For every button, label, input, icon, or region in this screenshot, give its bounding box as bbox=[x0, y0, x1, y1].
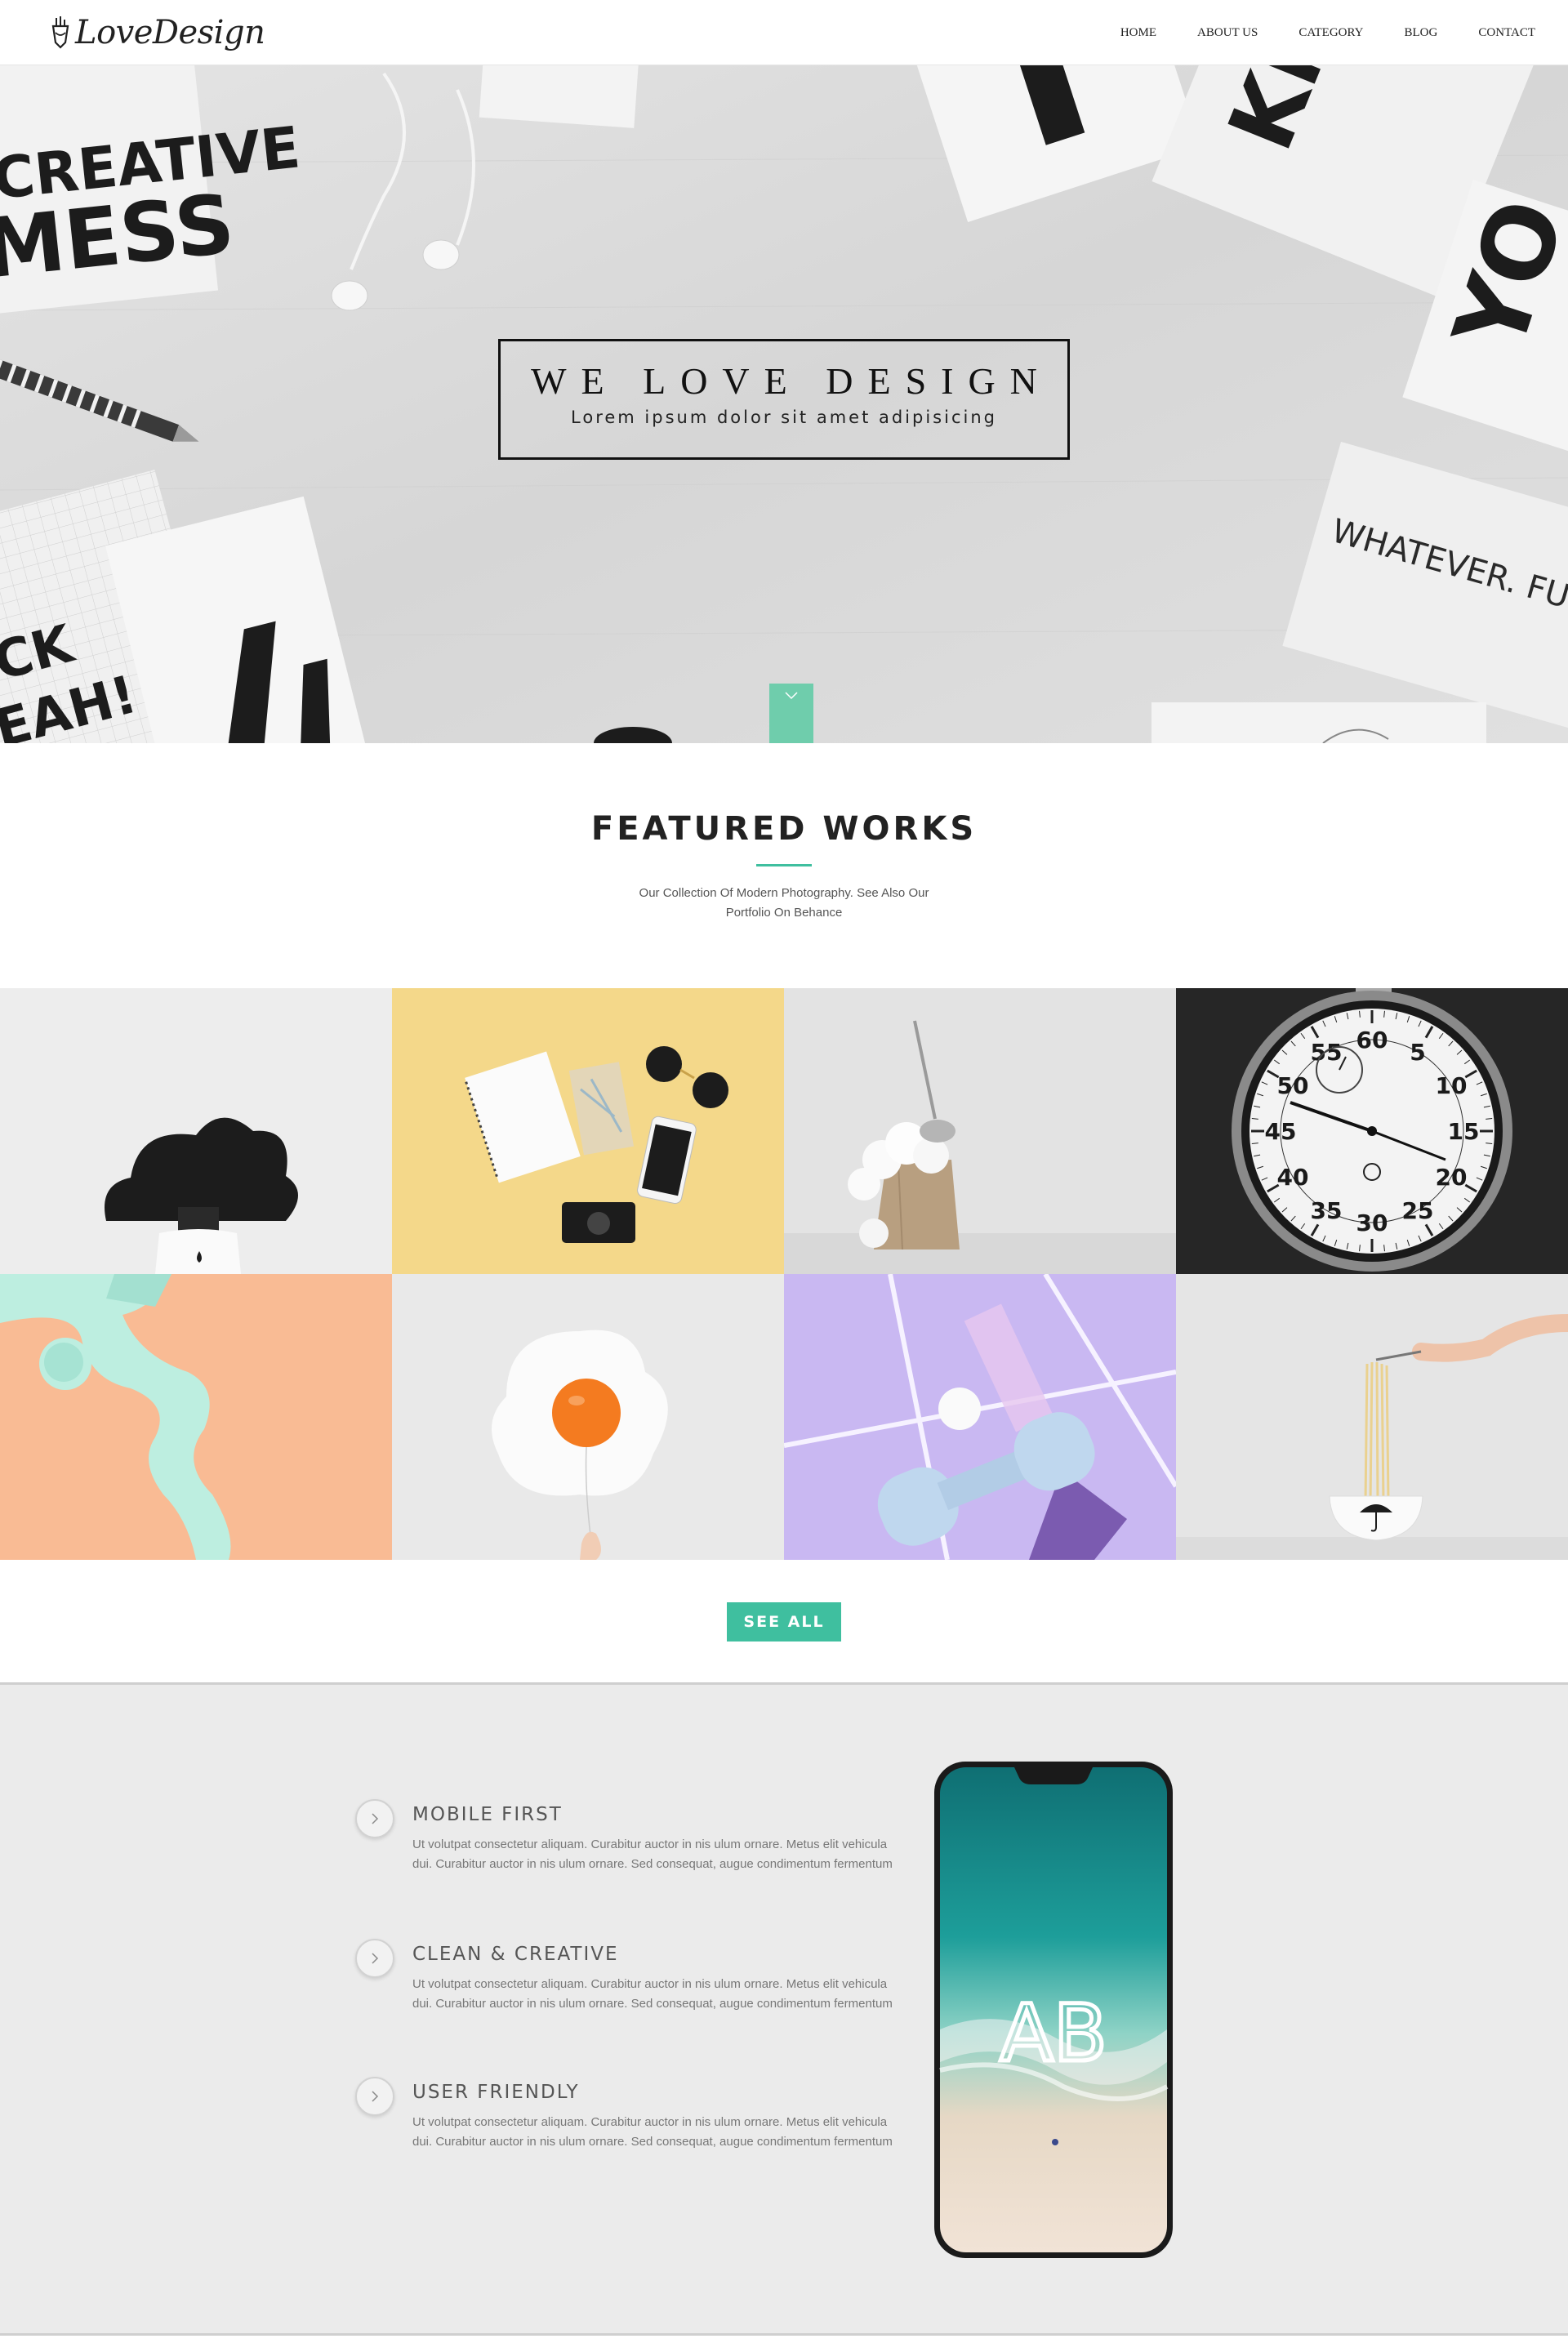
chevron-right-icon[interactable] bbox=[355, 1939, 394, 1978]
stopwatch-number: 20 bbox=[1436, 1164, 1468, 1191]
stopwatch-number: 5 bbox=[1410, 1039, 1425, 1066]
features-section: MOBILE FIRST Ut volutpat consectetur ali… bbox=[0, 1682, 1568, 2336]
pen-cup-icon bbox=[51, 16, 69, 49]
feature-title: CLEAN & CREATIVE bbox=[412, 1944, 619, 1965]
nav-blog[interactable]: BLOG bbox=[1405, 26, 1438, 40]
phone-logo: AB bbox=[1000, 1988, 1107, 2079]
hero-title: WE LOVE DESIGN bbox=[531, 360, 1052, 402]
feature-text: Ut volutpat consectetur aliquam. Curabit… bbox=[412, 1977, 893, 2011]
stopwatch-photo: 60 5 10 15 2025 30 3540 45 5055 bbox=[1176, 988, 1568, 1274]
logo-text: LoveDesign bbox=[75, 14, 265, 51]
logo[interactable]: LoveDesign bbox=[49, 11, 265, 54]
spaghetti-photo bbox=[1176, 1274, 1568, 1560]
stopwatch-number: 30 bbox=[1356, 1209, 1388, 1236]
stopwatch-number: 45 bbox=[1265, 1118, 1297, 1145]
title-underline bbox=[756, 864, 812, 866]
main-menu: HOME ABOUT US CATEGORY BLOG CONTACT bbox=[1080, 0, 1535, 65]
stopwatch-number: 55 bbox=[1311, 1039, 1343, 1066]
gallery-item-paperbag[interactable] bbox=[784, 988, 1176, 1274]
stopwatch-number: 60 bbox=[1356, 1027, 1388, 1054]
phone-mockup: AB bbox=[934, 1762, 1173, 2258]
stopwatch-number: 15 bbox=[1448, 1118, 1480, 1145]
scroll-down-button[interactable] bbox=[769, 684, 813, 743]
gallery-item-cloud[interactable] bbox=[0, 988, 392, 1274]
featured-title: FEATURED WORKS bbox=[590, 810, 978, 848]
gallery-item-stopwatch[interactable]: 60 5 10 15 20 25 30 35 40 45 50 55 bbox=[1176, 988, 1568, 1274]
gallery-item-flatlay[interactable] bbox=[392, 988, 784, 1274]
feature-text: Ut volutpat consectetur aliquam. Curabit… bbox=[412, 2115, 893, 2149]
flatlay-photo bbox=[392, 988, 784, 1274]
egg-balloon-photo bbox=[392, 1274, 784, 1560]
feature-text: Ut volutpat consectetur aliquam. Curabit… bbox=[412, 1838, 893, 1871]
gallery-item-egg[interactable] bbox=[392, 1274, 784, 1560]
cloud-photo bbox=[0, 988, 392, 1274]
gallery-item-spill[interactable] bbox=[0, 1274, 392, 1560]
featured-description: Our Collection Of Modern Photography. Se… bbox=[639, 886, 929, 920]
gallery-item-dumbbell[interactable] bbox=[784, 1274, 1176, 1560]
hero-title-box: WE LOVE DESIGN Lorem ipsum dolor sit ame… bbox=[498, 339, 1070, 460]
stopwatch-number: 25 bbox=[1402, 1197, 1434, 1224]
portfolio-gallery: 60 5 10 15 20 25 30 35 40 45 50 55 bbox=[0, 988, 1568, 1560]
see-all-button[interactable]: SEE ALL bbox=[727, 1602, 841, 1642]
feature-title: MOBILE FIRST bbox=[412, 1804, 563, 1825]
chevron-down-icon bbox=[785, 692, 798, 700]
dumbbell-photo bbox=[784, 1274, 1176, 1560]
feature-title: USER FRIENDLY bbox=[412, 2082, 580, 2103]
chevron-right-icon[interactable] bbox=[355, 1799, 394, 1838]
stopwatch-number: 35 bbox=[1311, 1197, 1343, 1224]
nav-about-us[interactable]: ABOUT US bbox=[1197, 26, 1258, 40]
nav-contact[interactable]: CONTACT bbox=[1478, 26, 1535, 40]
hero-subtitle: Lorem ipsum dolor sit amet adipisicing bbox=[571, 408, 997, 427]
nav-category[interactable]: CATEGORY bbox=[1298, 26, 1363, 40]
hero-banner: CREATIVE MESS KNOW YO bbox=[0, 65, 1568, 743]
stopwatch-number: 10 bbox=[1436, 1072, 1468, 1099]
gallery-item-spaghetti[interactable] bbox=[1176, 1274, 1568, 1560]
spill-photo bbox=[0, 1274, 392, 1560]
navbar: LoveDesign HOME ABOUT US CATEGORY BLOG C… bbox=[0, 0, 1568, 65]
paperbag-photo bbox=[784, 988, 1176, 1274]
nav-home[interactable]: HOME bbox=[1120, 26, 1156, 40]
stopwatch-number: 50 bbox=[1277, 1072, 1309, 1099]
stopwatch-number: 40 bbox=[1277, 1164, 1309, 1191]
chevron-right-icon[interactable] bbox=[355, 2077, 394, 2116]
featured-works-section: FEATURED WORKS Our Collection Of Modern … bbox=[0, 743, 1568, 988]
